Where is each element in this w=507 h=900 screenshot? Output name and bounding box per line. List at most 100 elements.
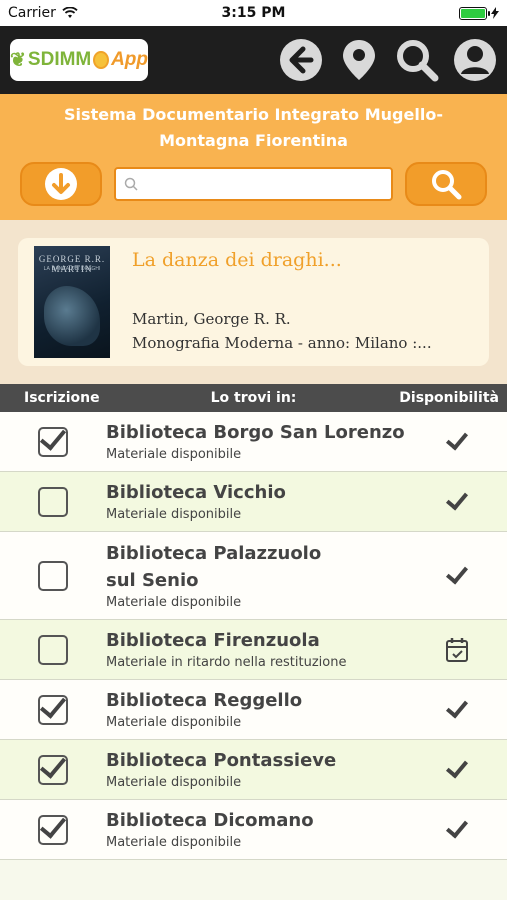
subscription-cell — [0, 426, 106, 457]
book-card[interactable]: GEORGE R.R. MARTIN LA DANZA DEI DRAGHI L… — [18, 238, 489, 366]
subscription-cell — [0, 814, 106, 845]
library-status: Materiale in ritardo nella restituzione — [106, 655, 347, 670]
subscription-checkbox[interactable] — [38, 754, 68, 785]
check-icon — [445, 560, 469, 585]
search-row — [20, 162, 487, 206]
library-row[interactable]: Biblioteca Pontassieve Materiale disponi… — [0, 740, 507, 800]
charging-bolt-icon — [491, 7, 499, 19]
system-title: Sistema Documentario Integrato Mugello- … — [20, 102, 487, 154]
search-submit-icon — [432, 170, 462, 200]
subscription-checkbox[interactable] — [38, 814, 68, 845]
search-icon — [397, 40, 439, 82]
library-row[interactable]: Biblioteca Dicomano Materiale disponibil… — [0, 800, 507, 860]
library-status: Materiale disponibile — [106, 835, 242, 850]
library-status: Materiale disponibile — [106, 715, 242, 730]
library-info: Biblioteca Reggello Materiale disponibil… — [106, 687, 407, 732]
toolbar-icons — [279, 38, 497, 82]
availability-cell — [407, 814, 507, 839]
app-logo[interactable]: ❦ SDIMM App — [10, 39, 148, 81]
library-name: Biblioteca Vicchio — [106, 482, 286, 503]
library-info: Biblioteca Dicomano Materiale disponibil… — [106, 807, 407, 852]
library-name: Biblioteca Dicomano — [106, 810, 314, 831]
carrier-label: Carrier — [8, 5, 56, 21]
check-icon — [445, 694, 469, 719]
library-name: Biblioteca Pontassieve — [106, 750, 337, 771]
library-info: Biblioteca Pontassieve Materiale disponi… — [106, 747, 407, 792]
col-location: Lo trovi in: — [210, 390, 297, 406]
location-button[interactable] — [337, 38, 381, 82]
library-row[interactable]: Biblioteca Vicchio Materiale disponibile — [0, 472, 507, 532]
subscription-cell — [0, 634, 106, 665]
search-field-icon — [124, 177, 138, 191]
search-submit-button[interactable] — [405, 162, 487, 206]
search-button[interactable] — [395, 38, 439, 82]
back-button[interactable] — [279, 38, 323, 82]
col-subscription: Iscrizione — [24, 390, 100, 406]
status-bar: Carrier 3:15 PM — [0, 0, 507, 26]
availability-cell — [407, 486, 507, 511]
book-type: Monografia Moderna - anno: Milano :... — [132, 334, 432, 352]
subscription-checkbox[interactable] — [38, 634, 68, 665]
library-status: Materiale disponibile — [106, 594, 242, 610]
library-status: Materiale disponibile — [106, 775, 242, 790]
subscription-cell — [0, 694, 106, 725]
library-list: Biblioteca Borgo San Lorenzo Materiale d… — [0, 412, 507, 860]
catalog-header: Sistema Documentario Integrato Mugello- … — [0, 94, 507, 220]
library-row[interactable]: Biblioteca Firenzuola Materiale in ritar… — [0, 620, 507, 680]
library-name: Biblioteca Reggello — [106, 690, 303, 711]
subscription-cell — [0, 486, 106, 517]
book-info: La danza dei draghi... Martin, George R.… — [132, 249, 473, 355]
subscription-cell — [0, 754, 106, 785]
subscription-cell — [0, 560, 106, 591]
logo-text: SDIMM — [27, 49, 92, 70]
user-icon — [454, 39, 496, 81]
system-title-line1: Sistema Documentario Integrato Mugello- — [64, 105, 443, 124]
logo-sun-icon — [93, 51, 110, 69]
library-row[interactable]: Biblioteca Borgo San Lorenzo Materiale d… — [0, 412, 507, 472]
back-arrow-icon — [280, 39, 322, 81]
availability-cell — [407, 426, 507, 451]
download-button[interactable] — [20, 162, 102, 206]
cover-title: LA DANZA DEI DRAGHI — [43, 266, 101, 272]
book-title: La danza dei draghi... — [132, 249, 342, 271]
search-field[interactable] — [114, 167, 393, 201]
library-status: Materiale disponibile — [106, 447, 242, 462]
availability-cell — [407, 694, 507, 719]
subscription-checkbox[interactable] — [38, 560, 68, 591]
app-toolbar: ❦ SDIMM App — [0, 26, 507, 94]
profile-button[interactable] — [453, 38, 497, 82]
availability-cell — [407, 560, 507, 585]
location-pin-icon — [343, 40, 375, 80]
library-info: Biblioteca Borgo San Lorenzo Materiale d… — [106, 419, 407, 464]
logo-leaf-icon: ❦ — [10, 49, 26, 71]
subscription-checkbox[interactable] — [38, 426, 68, 457]
status-right — [459, 6, 499, 20]
library-name: Biblioteca Palazzuolo — [106, 542, 322, 564]
cover-dragon-illustration — [44, 286, 100, 346]
library-row[interactable]: Biblioteca Reggello Materiale disponibil… — [0, 680, 507, 740]
col-availability: Disponibilità — [399, 390, 499, 406]
library-info: Biblioteca Firenzuola Materiale in ritar… — [106, 627, 407, 672]
subscription-checkbox[interactable] — [38, 694, 68, 725]
status-left: Carrier — [8, 5, 78, 21]
system-title-line2: Montagna Fiorentina — [159, 131, 348, 150]
subscription-checkbox[interactable] — [38, 486, 68, 517]
library-name-line2: sul Senio — [106, 569, 199, 591]
check-icon — [445, 814, 469, 839]
check-icon — [445, 754, 469, 779]
search-input[interactable] — [144, 176, 383, 192]
library-name: Biblioteca Firenzuola — [106, 630, 320, 651]
book-cover: GEORGE R.R. MARTIN LA DANZA DEI DRAGHI — [34, 246, 110, 358]
library-name: Biblioteca Borgo San Lorenzo — [106, 422, 405, 443]
library-info: Biblioteca Vicchio Materiale disponibile — [106, 479, 407, 524]
availability-cell — [407, 637, 507, 663]
library-row[interactable]: Biblioteca Palazzuolo sul Senio Material… — [0, 532, 507, 620]
availability-cell — [407, 754, 507, 779]
library-info: Biblioteca Palazzuolo sul Senio Material… — [106, 540, 407, 612]
book-author: Martin, George R. R. — [132, 310, 291, 328]
table-header: Iscrizione Lo trovi in: Disponibilità — [0, 384, 507, 412]
logo-app-text: App — [111, 49, 148, 70]
check-icon — [445, 486, 469, 511]
calendar-icon — [446, 637, 468, 662]
library-status: Materiale disponibile — [106, 507, 242, 522]
